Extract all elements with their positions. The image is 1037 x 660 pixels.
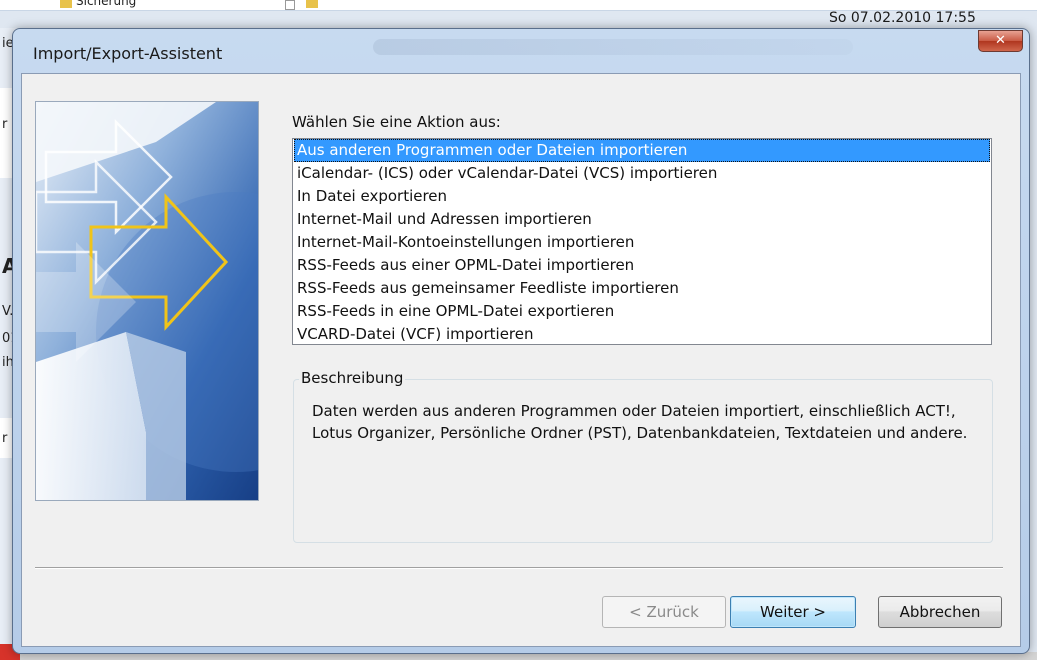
background-title-ghost [373, 39, 853, 55]
wizard-banner-image [35, 101, 259, 501]
list-item[interactable]: RSS-Feeds in eine OPML-Datei exportieren [294, 300, 990, 323]
datetime-label: So 07.02.2010 17:55 [829, 10, 976, 26]
list-item[interactable]: VCARD-Datei (VCF) importieren [294, 323, 990, 344]
folder-icon [306, 0, 318, 8]
dialog-title: Import/Export-Assistent [33, 44, 223, 63]
close-icon: ✕ [995, 33, 1006, 48]
description-label: Beschreibung [299, 369, 406, 387]
next-button[interactable]: Weiter > [730, 596, 856, 628]
action-listbox[interactable]: Aus anderen Programmen oder Dateien impo… [292, 138, 992, 345]
cancel-button[interactable]: Abbrechen [878, 596, 1002, 628]
description-text: Daten werden aus anderen Programmen oder… [312, 402, 968, 442]
button-separator [35, 567, 1003, 569]
wizard-arrow-graphic [36, 102, 258, 500]
checkbox-icon [285, 0, 295, 10]
close-button[interactable]: ✕ [978, 30, 1023, 52]
list-item[interactable]: Internet-Mail und Adressen importieren [294, 208, 990, 231]
background-text-fragment: r [2, 431, 8, 446]
action-prompt-label: Wählen Sie eine Aktion aus: [292, 113, 501, 131]
dialog-client-area: Wählen Sie eine Aktion aus: Aus anderen … [21, 73, 1021, 647]
list-item[interactable]: Internet-Mail-Kontoeinstellungen importi… [294, 231, 990, 254]
import-export-dialog: Import/Export-Assistent ✕ Wählen Sie ein… [12, 28, 1030, 654]
list-item[interactable]: RSS-Feeds aus gemeinsamer Feedliste impo… [294, 277, 990, 300]
folder-icon [60, 0, 72, 8]
description-groupbox: Beschreibung Daten werden aus anderen Pr… [293, 369, 993, 543]
list-item[interactable]: iCalendar- (ICS) oder vCalendar-Datei (V… [294, 162, 990, 185]
list-item[interactable]: In Datei exportieren [294, 185, 990, 208]
list-item[interactable]: RSS-Feeds aus einer OPML-Datei importier… [294, 254, 990, 277]
list-item[interactable]: Aus anderen Programmen oder Dateien impo… [294, 139, 990, 162]
dialog-titlebar[interactable]: Import/Export-Assistent ✕ [13, 29, 1029, 73]
back-button[interactable]: < Zurück [602, 596, 726, 628]
background-text-fragment: r [2, 117, 8, 132]
background-folder-label: Sicherung [76, 0, 137, 8]
